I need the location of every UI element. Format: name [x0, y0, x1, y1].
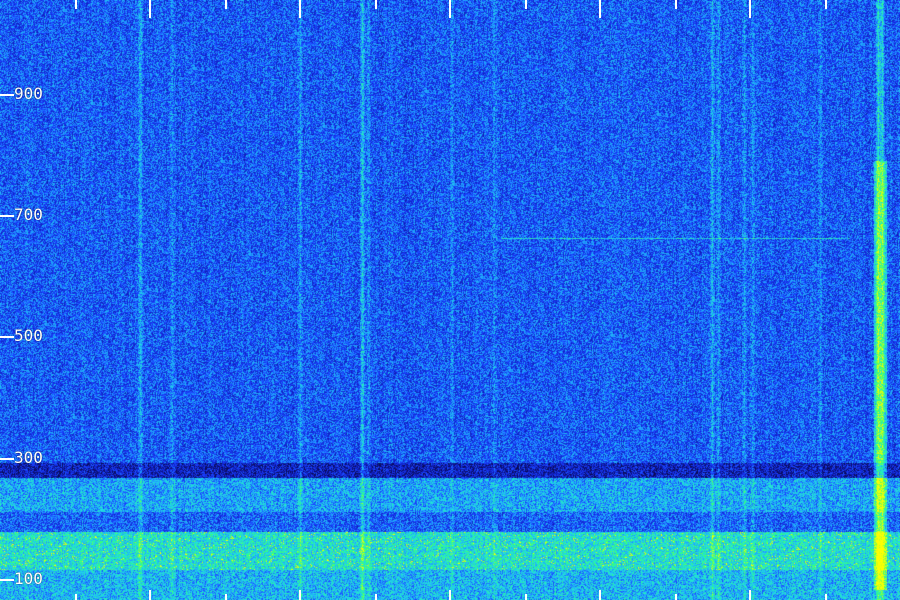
x-tick — [299, 590, 301, 600]
x-tick — [675, 0, 677, 9]
spectrogram-canvas[interactable] — [0, 0, 900, 600]
x-tick — [149, 0, 151, 18]
y-tick — [0, 336, 14, 338]
y-label-500: 500 — [14, 326, 43, 345]
x-tick — [825, 594, 827, 600]
x-tick — [825, 0, 827, 9]
x-tick — [599, 0, 601, 18]
waterfall-display[interactable]: 900 700 500 300 100 — [0, 0, 900, 600]
x-tick — [149, 590, 151, 600]
x-tick — [749, 590, 751, 600]
x-tick — [75, 0, 77, 9]
x-tick — [525, 594, 527, 600]
x-tick — [75, 594, 77, 600]
x-tick — [599, 590, 601, 600]
x-tick — [749, 0, 751, 18]
x-tick — [449, 590, 451, 600]
y-label-700: 700 — [14, 205, 43, 224]
x-tick — [299, 0, 301, 18]
y-label-900: 900 — [14, 84, 43, 103]
x-tick — [225, 594, 227, 600]
x-tick — [375, 0, 377, 9]
y-tick — [0, 215, 14, 217]
y-tick — [0, 94, 14, 96]
x-tick — [675, 594, 677, 600]
x-tick — [449, 0, 451, 18]
y-tick — [0, 458, 14, 460]
x-tick — [375, 594, 377, 600]
y-label-300: 300 — [14, 448, 43, 467]
y-label-100: 100 — [14, 569, 43, 588]
y-tick — [0, 579, 14, 581]
x-tick — [525, 0, 527, 9]
x-tick — [225, 0, 227, 9]
